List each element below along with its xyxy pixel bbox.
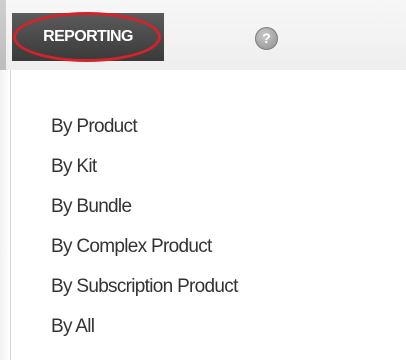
top-navigation-bar: REPORTING ? bbox=[0, 0, 406, 70]
dropdown-left-shadow bbox=[0, 70, 10, 360]
reporting-menu-list: By Product By Kit By Bundle By Complex P… bbox=[51, 113, 238, 353]
reporting-tab[interactable]: REPORTING bbox=[12, 13, 164, 61]
menu-item-by-product[interactable]: By Product bbox=[51, 113, 238, 153]
menu-item-by-all[interactable]: By All bbox=[51, 313, 238, 353]
menu-item-by-bundle[interactable]: By Bundle bbox=[51, 193, 238, 233]
help-icon[interactable]: ? bbox=[255, 27, 278, 50]
reporting-dropdown-menu: By Product By Kit By Bundle By Complex P… bbox=[10, 70, 406, 360]
menu-item-by-kit[interactable]: By Kit bbox=[51, 153, 238, 193]
nav-bar-left-edge bbox=[0, 0, 6, 70]
menu-item-by-subscription-product[interactable]: By Subscription Product bbox=[51, 273, 238, 313]
screenshot-stage: REPORTING ? By Product By Kit By Bundle … bbox=[0, 0, 406, 360]
menu-item-by-complex-product[interactable]: By Complex Product bbox=[51, 233, 238, 273]
